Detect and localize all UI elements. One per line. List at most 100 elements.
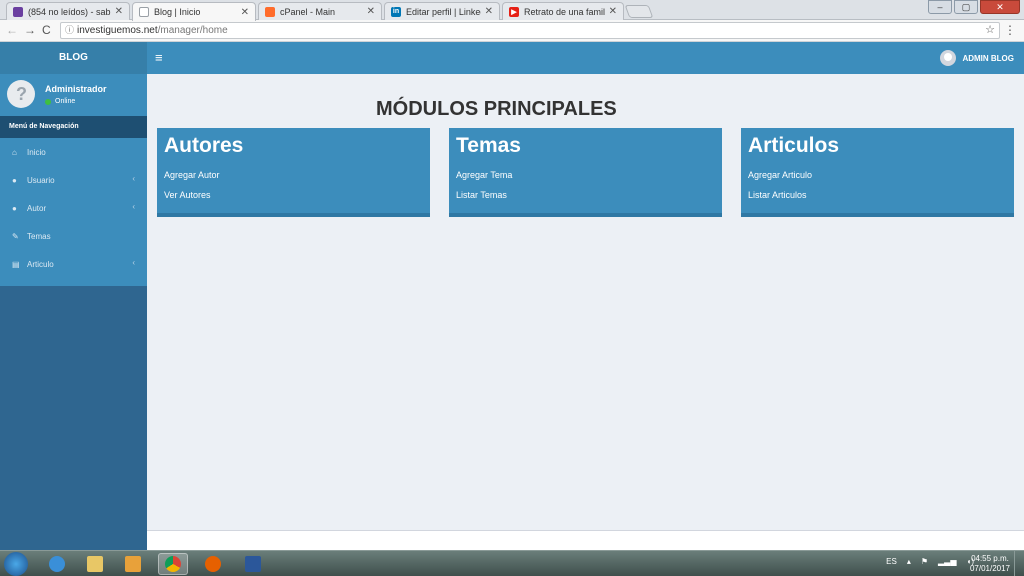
youtube-icon: ▶	[509, 6, 519, 17]
show-desktop-button[interactable]	[1014, 551, 1024, 576]
chrome-taskbar-button[interactable]	[158, 553, 188, 575]
user-avatar	[7, 80, 35, 108]
new-tab-button[interactable]	[624, 5, 654, 18]
page-footer	[147, 530, 1024, 550]
module-box-autores: Autores Agregar Autor Ver Autores	[157, 128, 430, 217]
browser-menu-icon[interactable]: ⋮	[1004, 23, 1016, 37]
tab-title: Editar perfil | LinkedIn	[406, 6, 481, 17]
chevron-left-icon: ‹	[132, 202, 135, 211]
firefox-taskbar-button[interactable]	[198, 553, 228, 575]
user-status: Online	[45, 98, 75, 105]
system-tray: ES ▴ ⚑ ▂▃▅ ◖)	[886, 557, 974, 566]
app-header: BLOG ≡ ADMIN BLOG	[0, 42, 1024, 74]
language-indicator[interactable]: ES	[886, 557, 897, 566]
minimize-button[interactable]: ‒	[928, 0, 952, 14]
media-player-icon	[125, 556, 141, 572]
browser-tab-linkedin[interactable]: in Editar perfil | LinkedIn ✕	[384, 2, 500, 20]
info-icon[interactable]: ⓘ	[65, 23, 74, 38]
clock-time: 04:55 p.m.	[971, 554, 1009, 563]
browser-tab-youtube[interactable]: ▶ Retrato de una familia: L ✕	[502, 2, 624, 20]
signal-icon[interactable]: ▂▃▅	[938, 557, 956, 566]
url-path: /manager/home	[157, 25, 228, 36]
mail-icon	[13, 6, 23, 17]
newspaper-icon: ▤	[12, 259, 20, 269]
bookmark-star-icon[interactable]: ☆	[985, 23, 995, 38]
page-icon	[139, 7, 149, 17]
clock-date: 07/01/2017	[969, 564, 1010, 573]
reload-icon[interactable]: C	[42, 23, 51, 37]
sidebar-item-label: Temas	[27, 231, 51, 241]
tab-title: cPanel - Main	[280, 6, 336, 17]
sidebar-menu: ⌂ Inicio ● Usuario ‹ ● Autor ‹ ✎ Temas ▤…	[0, 138, 147, 286]
agregar-autor-link[interactable]: Agregar Autor	[164, 170, 220, 180]
folder-icon	[87, 556, 103, 572]
user-icon: ●	[12, 203, 17, 213]
chevron-left-icon: ‹	[132, 174, 135, 183]
admin-menu[interactable]: ADMIN BLOG	[940, 50, 1014, 66]
edit-icon: ✎	[12, 231, 19, 241]
box-title: Articulos	[748, 134, 840, 157]
ie-taskbar-button[interactable]	[42, 553, 72, 575]
chevron-left-icon: ‹	[132, 258, 135, 267]
agregar-articulo-link[interactable]: Agregar Articulo	[748, 170, 812, 180]
home-icon: ⌂	[12, 147, 17, 157]
user-name: Administrador	[45, 84, 107, 94]
user-icon: ●	[12, 175, 17, 185]
address-bar: ← → C ⓘ investiguemos.net/manager/home ☆…	[0, 20, 1024, 42]
browser-tab-blog[interactable]: Blog | Inicio ✕	[132, 2, 256, 21]
window-controls: ‒ ▢ ✕	[928, 0, 1020, 14]
word-taskbar-button[interactable]	[238, 553, 268, 575]
tray-arrow-icon[interactable]: ▴	[907, 557, 911, 566]
browser-tab-cpanel[interactable]: cPanel - Main ✕	[258, 2, 382, 20]
page-title: MÓDULOS PRINCIPALES	[376, 98, 617, 120]
tab-title: (854 no leídos) - sabino	[28, 6, 111, 17]
sidebar-item-articulo[interactable]: ▤ Articulo ‹	[0, 250, 147, 278]
close-icon[interactable]: ✕	[609, 6, 617, 17]
explorer-taskbar-button[interactable]	[80, 553, 110, 575]
box-title: Autores	[164, 134, 244, 157]
sidebar-item-inicio[interactable]: ⌂ Inicio	[0, 138, 147, 166]
start-button[interactable]	[4, 552, 28, 576]
browser-tab-gmail[interactable]: (854 no leídos) - sabino ✕	[6, 2, 130, 20]
nav-header: Menú de Navegación	[0, 116, 147, 138]
agregar-tema-link[interactable]: Agregar Tema	[456, 170, 512, 180]
sidebar-item-label: Articulo	[27, 259, 54, 269]
firefox-icon	[205, 556, 221, 572]
sidebar-item-temas[interactable]: ✎ Temas	[0, 222, 147, 250]
main-content: MÓDULOS PRINCIPALES Autores Agregar Auto…	[147, 74, 1024, 530]
user-panel: Administrador Online	[0, 74, 147, 116]
media-taskbar-button[interactable]	[118, 553, 148, 575]
admin-label: ADMIN BLOG	[962, 53, 1014, 63]
clock[interactable]: 04:55 p.m. 07/01/2017	[970, 554, 1010, 574]
logo[interactable]: BLOG	[0, 42, 147, 74]
ver-autores-link[interactable]: Ver Autores	[164, 190, 211, 200]
sidebar-item-usuario[interactable]: ● Usuario ‹	[0, 166, 147, 194]
tab-title: Blog | Inicio	[154, 7, 201, 17]
listar-temas-link[interactable]: Listar Temas	[456, 190, 507, 200]
box-title: Temas	[456, 134, 521, 157]
avatar	[940, 50, 957, 66]
close-icon[interactable]: ✕	[115, 6, 123, 17]
cpanel-icon	[265, 6, 275, 17]
flag-icon[interactable]: ⚑	[921, 557, 928, 566]
forward-icon[interactable]: →	[24, 23, 36, 37]
hamburger-menu-icon[interactable]: ≡	[155, 50, 163, 65]
linkedin-icon: in	[391, 6, 401, 17]
module-box-temas: Temas Agregar Tema Listar Temas	[449, 128, 722, 217]
close-icon[interactable]: ✕	[485, 6, 493, 17]
ie-icon	[49, 556, 65, 572]
online-dot-icon	[45, 98, 51, 105]
close-icon[interactable]: ✕	[367, 6, 375, 17]
sidebar-item-autor[interactable]: ● Autor ‹	[0, 194, 147, 222]
maximize-button[interactable]: ▢	[954, 0, 978, 14]
sidebar: Administrador Online Menú de Navegación …	[0, 74, 147, 550]
status-text: Online	[55, 98, 76, 105]
sidebar-item-label: Usuario	[27, 175, 55, 185]
url-input[interactable]: ⓘ investiguemos.net/manager/home ☆	[60, 22, 1000, 39]
window-close-button[interactable]: ✕	[980, 0, 1020, 14]
back-icon[interactable]: ←	[6, 23, 18, 37]
close-icon[interactable]: ✕	[241, 7, 249, 18]
sidebar-item-label: Inicio	[27, 147, 46, 157]
url-host: investiguemos.net	[77, 25, 158, 36]
listar-articulos-link[interactable]: Listar Articulos	[748, 190, 807, 200]
